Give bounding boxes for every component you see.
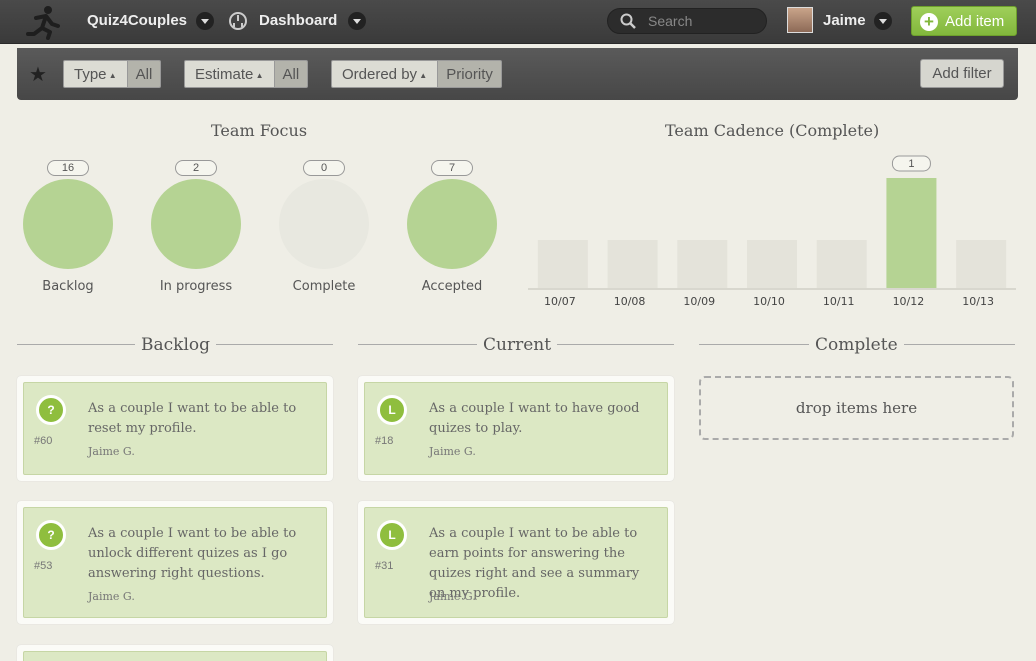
chart-tick-label: 10/10 [753,295,785,308]
top-bar: Quiz4Couples Dashboard Jaime + Add item [0,0,1036,44]
complete-dropzone[interactable]: drop items here [699,376,1014,440]
filter-value[interactable]: Priority [438,60,502,88]
dashboard-icon [229,12,247,30]
item-id[interactable]: #53 [34,560,52,572]
filter-key[interactable]: Estimate [184,60,275,88]
current-column-header: Current [358,335,674,355]
chart-bar-background [816,240,867,288]
item-owner: Jaime G. [88,590,135,603]
focus-count-badge: 2 [175,160,217,176]
backlog-card[interactable]: ? #53 As a couple I want to be able to u… [17,501,333,624]
filter-estimate[interactable]: Estimate All [184,60,309,88]
filter-key[interactable]: Ordered by [331,60,439,88]
view-dropdown-button[interactable] [348,12,366,30]
item-owner: Jaime G. [88,445,135,458]
plus-icon: + [920,13,938,31]
filter-ordered-by[interactable]: Ordered by Priority [331,60,502,88]
focus-item[interactable]: 2 In progress [146,160,246,294]
focus-label: Complete [292,279,356,294]
complete-column-title: Complete [809,335,904,355]
estimate-badge[interactable]: L [377,395,407,425]
chart-tick-label: 10/11 [823,295,855,308]
chart-bar-background [956,240,1007,288]
focus-label: Accepted [421,279,483,294]
runner-logo-icon[interactable] [26,4,60,40]
item-owner: Jaime G. [429,590,476,603]
search-box[interactable] [607,8,767,34]
project-name[interactable]: Quiz4Couples [87,12,187,29]
add-item-button[interactable]: + Add item [911,6,1017,36]
chart-tick-label: 10/09 [683,295,715,308]
team-focus-title: Team Focus [211,121,308,140]
current-column-title: Current [477,335,558,355]
backlog-column-header: Backlog [17,335,333,355]
backlog-column-title: Backlog [135,335,217,355]
user-dropdown-button[interactable] [874,12,892,30]
focus-count-badge: 0 [303,160,345,176]
chart-bar-background [537,240,588,288]
focus-item[interactable]: 16 Backlog [18,160,118,294]
backlog-card[interactable]: ? #60 As a couple I want to be able to r… [17,376,333,481]
item-title[interactable]: As a couple I want to have good quizes t… [429,399,657,439]
add-filter-button[interactable]: Add filter [920,59,1004,88]
user-name[interactable]: Jaime [823,12,866,29]
estimate-badge[interactable]: ? [36,395,66,425]
item-owner: Jaime G. [429,445,476,458]
focus-item[interactable]: 7 Accepted [402,160,502,294]
focus-circle[interactable] [407,179,497,269]
focus-count-badge: 7 [431,160,473,176]
filter-key[interactable]: Type [63,60,128,88]
focus-label: In progress [159,279,233,294]
chart-bar[interactable] [886,178,937,288]
chart-tick-label: 10/13 [962,295,994,308]
filter-value[interactable]: All [127,60,162,88]
backlog-card[interactable] [17,645,333,661]
focus-label: Backlog [42,279,94,294]
chart-tick-label: 10/12 [893,295,925,308]
filter-type[interactable]: Type All [63,60,162,88]
view-name[interactable]: Dashboard [259,12,337,29]
chart-tick-label: 10/07 [544,295,576,308]
item-id[interactable]: #18 [375,435,393,447]
current-card[interactable]: L #18 As a couple I want to have good qu… [358,376,674,481]
focus-circle[interactable] [151,179,241,269]
item-title[interactable]: As a couple I want to be able to unlock … [88,524,316,584]
team-cadence-chart: 10/07 10/08 10/09 10/10 10/11 1 10/12 10/13 [528,155,1016,308]
item-id[interactable]: #31 [375,560,393,572]
team-cadence-title: Team Cadence (Complete) [665,121,880,140]
search-input[interactable] [648,12,758,30]
focus-count-badge: 16 [47,160,89,176]
estimate-badge[interactable]: L [377,520,407,550]
estimate-badge[interactable]: ? [36,520,66,550]
chart-bar-background [747,240,797,288]
chart-data-label: 1 [908,158,914,170]
add-item-label: Add item [945,13,1005,30]
chart-bar-background [607,240,658,288]
search-icon [620,13,636,29]
chart-bar-background [677,240,728,288]
avatar[interactable] [787,7,813,33]
chart-tick-label: 10/08 [614,295,646,308]
star-icon[interactable]: ★ [29,62,47,87]
focus-circle[interactable] [279,179,369,269]
focus-item[interactable]: 0 Complete [274,160,374,294]
item-id[interactable]: #60 [34,435,52,447]
project-dropdown-button[interactable] [196,12,214,30]
item-title[interactable]: As a couple I want to be able to reset m… [88,399,316,439]
focus-circle[interactable] [23,179,113,269]
current-card[interactable]: L #31 As a couple I want to be able to e… [358,501,674,624]
filter-value[interactable]: All [274,60,309,88]
complete-column-header: Complete [699,335,1015,355]
filter-bar: ★ Type All Estimate All Ordered by Prior… [17,48,1018,100]
